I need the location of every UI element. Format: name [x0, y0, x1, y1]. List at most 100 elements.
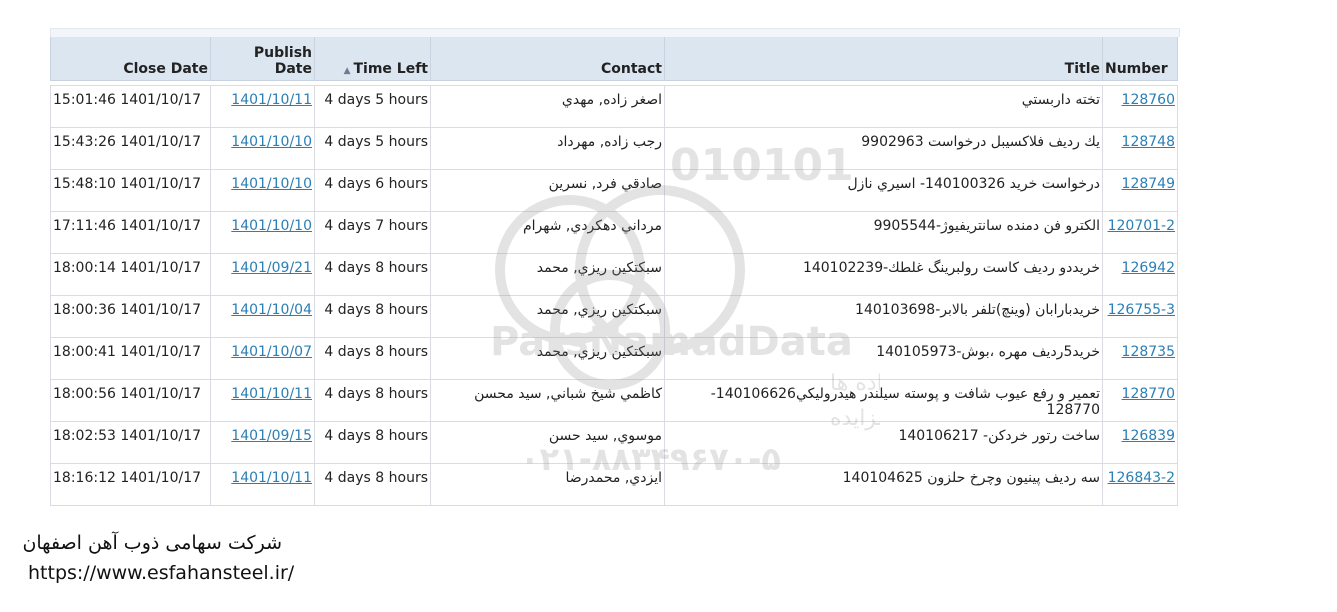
number-cell: 128735	[1102, 337, 1178, 380]
col-header-contact[interactable]: Contact	[430, 37, 665, 81]
close-date-cell: 18:00:56 1401/10/17	[50, 379, 211, 422]
title-cell: خريدبارابان (وينچ)تلفر بالابر-140103698	[664, 295, 1103, 338]
close-date-cell: 15:43:26 1401/10/17	[50, 127, 211, 170]
contact-cell: سبكتكين ريزي, محمد	[430, 337, 665, 380]
close-date-cell: 17:11:46 1401/10/17	[50, 211, 211, 254]
publish-date-cell: 1401/10/07	[210, 337, 315, 380]
publish-date-link[interactable]: 1401/09/21	[231, 260, 312, 276]
number-cell: 128770	[1102, 379, 1178, 422]
publish-date-cell: 1401/09/15	[210, 421, 315, 464]
close-date-cell: 18:00:41 1401/10/17	[50, 337, 211, 380]
number-cell: 126839	[1102, 421, 1178, 464]
publish-date-cell: 1401/10/10	[210, 169, 315, 212]
col-header-time-left[interactable]: ▲ Time Left	[314, 37, 431, 81]
close-date-cell: 18:00:36 1401/10/17	[50, 295, 211, 338]
publish-date-link[interactable]: 1401/10/10	[231, 134, 312, 150]
time-left-cell: 4 days 5 hours	[314, 85, 431, 128]
table-row[interactable]: 18:16:12 1401/10/17 1401/10/11 4 days 8 ho…	[50, 463, 1178, 506]
tender-number-link[interactable]: 120701-2	[1108, 218, 1175, 234]
publish-date-link[interactable]: 1401/10/10	[231, 176, 312, 192]
publish-date-cell: 1401/10/10	[210, 211, 315, 254]
table-row[interactable]: 15:48:10 1401/10/17 1401/10/10 4 days 6 ho…	[50, 169, 1178, 212]
title-cell: درخواست خريد 140100326- اسيري نازل	[664, 169, 1103, 212]
title-cell: تعمير و رفع عيوب شافت و پوسته سيلندر هيد…	[664, 379, 1103, 422]
publish-date-cell: 1401/10/11	[210, 463, 315, 506]
tender-number-link[interactable]: 128760	[1122, 92, 1175, 108]
table-row[interactable]: 18:02:53 1401/10/17 1401/09/15 4 days 8 ho…	[50, 421, 1178, 464]
contact-cell: موسوي, سيد حسن	[430, 421, 665, 464]
publish-date-link[interactable]: 1401/10/11	[231, 92, 312, 108]
tenders-grid: Close Date Publish Date ▲ Time Left Contac…	[50, 28, 1180, 506]
tender-number-link[interactable]: 126942	[1122, 260, 1175, 276]
grid-top-bar	[50, 28, 1180, 37]
tenders-table: Close Date Publish Date ▲ Time Left Contac…	[50, 37, 1178, 506]
title-cell: ساخت رتور خردكن- 140106217	[664, 421, 1103, 464]
table-row[interactable]: 18:00:41 1401/10/17 1401/10/07 4 days 8 ho…	[50, 337, 1178, 380]
title-cell: خريد5رديف مهره ،بوش-140105973	[664, 337, 1103, 380]
table-row[interactable]: 15:43:26 1401/10/17 1401/10/10 4 days 5 ho…	[50, 127, 1178, 170]
publish-date-link[interactable]: 1401/10/11	[231, 470, 312, 486]
time-left-cell: 4 days 6 hours	[314, 169, 431, 212]
number-cell: 126942	[1102, 253, 1178, 296]
contact-cell: سبكتكين ريزي, محمد	[430, 253, 665, 296]
contact-cell: ايزدي, محمدرضا	[430, 463, 665, 506]
tender-number-link[interactable]: 128748	[1122, 134, 1175, 150]
table-row[interactable]: 18:00:14 1401/10/17 1401/09/21 4 days 8 ho…	[50, 253, 1178, 296]
tender-number-link[interactable]: 128735	[1122, 344, 1175, 360]
publish-date-link[interactable]: 1401/10/07	[231, 344, 312, 360]
table-row[interactable]: 17:11:46 1401/10/17 1401/10/10 4 days 7 ho…	[50, 211, 1178, 254]
col-header-publish-date[interactable]: Publish Date	[210, 37, 315, 81]
contact-cell: كاظمي شيخ شباني, سيد محسن	[430, 379, 665, 422]
publish-date-link[interactable]: 1401/09/15	[231, 428, 312, 444]
publish-date-cell: 1401/10/11	[210, 379, 315, 422]
table-row[interactable]: 18:00:56 1401/10/17 1401/10/11 4 days 8 ho…	[50, 379, 1178, 422]
tender-number-link[interactable]: 126755-3	[1108, 302, 1175, 318]
number-cell: 126755-3	[1102, 295, 1178, 338]
close-date-cell: 18:02:53 1401/10/17	[50, 421, 211, 464]
close-date-cell: 15:01:46 1401/10/17	[50, 85, 211, 128]
number-cell: 120701-2	[1102, 211, 1178, 254]
title-cell: يك رديف فلاكسيبل درخواست 9902963	[664, 127, 1103, 170]
publish-date-cell: 1401/10/11	[210, 85, 315, 128]
number-cell: 128749	[1102, 169, 1178, 212]
table-row[interactable]: 15:01:46 1401/10/17 1401/10/11 4 days 5 ho…	[50, 85, 1178, 128]
publish-date-link[interactable]: 1401/10/10	[231, 218, 312, 234]
tender-number-link[interactable]: 128770	[1122, 386, 1175, 402]
time-left-cell: 4 days 5 hours	[314, 127, 431, 170]
title-cell: تخته داربستي	[664, 85, 1103, 128]
time-left-cell: 4 days 8 hours	[314, 379, 431, 422]
time-left-cell: 4 days 8 hours	[314, 421, 431, 464]
col-header-title[interactable]: Title	[664, 37, 1103, 81]
table-row[interactable]: 18:00:36 1401/10/17 1401/10/04 4 days 8 ho…	[50, 295, 1178, 338]
title-cell: الكترو فن دمنده سانتريفيوژ-9905544	[664, 211, 1103, 254]
tender-number-link[interactable]: 128749	[1122, 176, 1175, 192]
tender-number-link[interactable]: 126839	[1122, 428, 1175, 444]
col-header-number[interactable]: Number	[1102, 37, 1178, 81]
number-cell: 126843-2	[1102, 463, 1178, 506]
close-date-cell: 18:00:14 1401/10/17	[50, 253, 211, 296]
time-left-cell: 4 days 8 hours	[314, 463, 431, 506]
publish-date-link[interactable]: 1401/10/04	[231, 302, 312, 318]
contact-cell: صادقي فرد, نسرين	[430, 169, 665, 212]
time-left-cell: 4 days 7 hours	[314, 211, 431, 254]
tender-number-link[interactable]: 126843-2	[1108, 470, 1175, 486]
sort-ascending-icon: ▲	[343, 66, 351, 76]
contact-cell: رجب زاده, مهرداد	[430, 127, 665, 170]
company-url: https://www.esfahansteel.ir/	[28, 562, 295, 584]
table-header-row: Close Date Publish Date ▲ Time Left Contac…	[50, 37, 1178, 81]
title-cell: خريددو رديف كاست رولبرينگ غلطك-140102239	[664, 253, 1103, 296]
publish-date-link[interactable]: 1401/10/11	[231, 386, 312, 402]
publish-date-cell: 1401/10/04	[210, 295, 315, 338]
contact-cell: سبكتكين ريزي, محمد	[430, 295, 665, 338]
publish-date-cell: 1401/10/10	[210, 127, 315, 170]
company-name: شرکت سهامی ذوب آهن اصفهان	[22, 532, 282, 554]
time-left-cell: 4 days 8 hours	[314, 253, 431, 296]
col-header-close-date[interactable]: Close Date	[50, 37, 211, 81]
contact-cell: اصغر زاده, مهدي	[430, 85, 665, 128]
number-cell: 128760	[1102, 85, 1178, 128]
close-date-cell: 18:16:12 1401/10/17	[50, 463, 211, 506]
time-left-cell: 4 days 8 hours	[314, 295, 431, 338]
publish-date-cell: 1401/09/21	[210, 253, 315, 296]
contact-cell: مرداني دهكردي, شهرام	[430, 211, 665, 254]
number-cell: 128748	[1102, 127, 1178, 170]
